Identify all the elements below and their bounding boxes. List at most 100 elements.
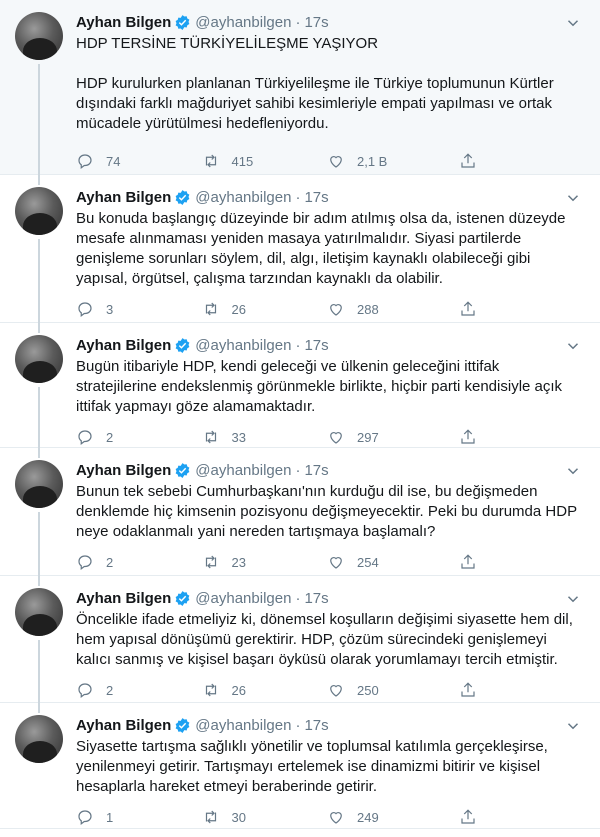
separator-dot: · — [295, 336, 301, 354]
reply-icon — [78, 683, 92, 698]
tweet-text: Öncelikle ifade etmeliyiz ki, dönemsel k… — [76, 611, 573, 668]
reply-count: 3 — [106, 301, 114, 317]
avatar[interactable] — [15, 715, 63, 763]
retweet-button[interactable]: 26 — [202, 681, 328, 699]
thread-line — [38, 640, 40, 703]
like-button[interactable]: 250 — [327, 681, 453, 699]
separator-dot: · — [295, 589, 301, 607]
tweet-time[interactable]: 17s — [304, 337, 328, 354]
tweet-time[interactable]: 17s — [304, 590, 328, 607]
heart-icon — [330, 812, 342, 824]
like-button[interactable]: 2,1 B — [327, 152, 453, 170]
reply-icon — [78, 430, 92, 445]
author-name[interactable]: Ayhan Bilgen — [76, 189, 171, 206]
tweet-time[interactable]: 17s — [304, 462, 328, 479]
retweet-icon — [205, 154, 216, 168]
like-count: 249 — [357, 809, 379, 825]
thread-line — [38, 64, 40, 175]
like-button[interactable]: 249 — [327, 808, 453, 826]
retweet-button[interactable]: 415 — [202, 152, 328, 170]
like-button[interactable]: 288 — [327, 300, 453, 318]
heart-icon — [330, 432, 342, 444]
author-handle[interactable]: @ayhanbilgen — [195, 717, 291, 734]
share-button[interactable] — [459, 681, 585, 699]
author-name[interactable]: Ayhan Bilgen — [76, 337, 171, 354]
author-handle[interactable]: @ayhanbilgen — [195, 14, 291, 31]
reply-count: 74 — [106, 153, 121, 169]
reply-button[interactable]: 2 — [76, 681, 202, 699]
avatar[interactable] — [15, 335, 63, 383]
author-handle[interactable]: @ayhanbilgen — [195, 189, 291, 206]
share-button[interactable] — [459, 428, 585, 446]
reply-icon — [78, 810, 92, 825]
author-handle[interactable]: @ayhanbilgen — [195, 337, 291, 354]
retweet-button[interactable]: 26 — [202, 300, 328, 318]
reply-icon — [78, 302, 92, 317]
tweet[interactable]: Ayhan Bilgen @ayhanbilgen · 17s Siyasett… — [0, 703, 600, 829]
reply-button[interactable]: 2 — [76, 553, 202, 571]
retweet-icon — [205, 810, 216, 824]
thread-line — [38, 576, 40, 586]
like-count: 250 — [357, 682, 379, 698]
separator-dot: · — [295, 188, 301, 206]
like-count: 2,1 B — [357, 153, 388, 169]
share-button[interactable] — [459, 808, 585, 826]
retweet-count: 415 — [231, 153, 254, 169]
tweet[interactable]: Ayhan Bilgen @ayhanbilgen · 17s Öncelikl… — [0, 576, 600, 703]
tweet-time[interactable]: 17s — [304, 189, 328, 206]
chevron-down-icon[interactable] — [564, 590, 582, 608]
tweet-header: Ayhan Bilgen @ayhanbilgen · 17s — [76, 175, 584, 207]
like-button[interactable]: 254 — [327, 553, 453, 571]
thread-line — [38, 512, 40, 576]
chevron-down-icon[interactable] — [564, 337, 582, 355]
reply-button[interactable]: 74 — [76, 152, 202, 170]
like-button[interactable]: 297 — [327, 428, 453, 446]
tweet-text: Siyasette tartışma sağlıklı yönetilir ve… — [76, 738, 548, 795]
thread-line — [38, 323, 40, 333]
tweet-text: HDP TERSİNE TÜRKİYELİLEŞME YAŞIYOR HDP k… — [76, 35, 554, 132]
author-name[interactable]: Ayhan Bilgen — [76, 717, 171, 734]
author-handle[interactable]: @ayhanbilgen — [195, 462, 291, 479]
chevron-down-icon[interactable] — [564, 462, 582, 480]
reply-button[interactable]: 3 — [76, 300, 202, 318]
verified-badge-icon — [175, 717, 190, 733]
retweet-icon — [205, 302, 216, 316]
reply-icon — [78, 154, 92, 169]
share-button[interactable] — [459, 152, 585, 170]
chevron-down-icon[interactable] — [564, 14, 582, 32]
chevron-down-icon[interactable] — [564, 189, 582, 207]
retweet-button[interactable]: 30 — [202, 808, 328, 826]
author-name[interactable]: Ayhan Bilgen — [76, 14, 171, 31]
verified-badge-icon — [175, 590, 190, 606]
avatar[interactable] — [15, 187, 63, 235]
tweet[interactable]: Ayhan Bilgen @ayhanbilgen · 17s Bunun te… — [0, 448, 600, 576]
separator-dot: · — [295, 461, 301, 479]
tweet[interactable]: Ayhan Bilgen @ayhanbilgen · 17s Bu konud… — [0, 175, 600, 323]
share-icon — [460, 429, 475, 444]
author-name[interactable]: Ayhan Bilgen — [76, 462, 171, 479]
retweet-count: 23 — [231, 554, 246, 570]
verified-badge-icon — [175, 462, 190, 478]
avatar[interactable] — [15, 588, 63, 636]
share-button[interactable] — [459, 553, 585, 571]
retweet-button[interactable]: 23 — [202, 553, 328, 571]
tweet-time[interactable]: 17s — [304, 14, 328, 31]
tweet-time[interactable]: 17s — [304, 717, 328, 734]
author-handle[interactable]: @ayhanbilgen — [195, 590, 291, 607]
retweet-count: 33 — [231, 429, 246, 445]
retweet-icon — [205, 555, 216, 569]
share-button[interactable] — [459, 300, 585, 318]
tweet-text: Bugün itibariyle HDP, kendi geleceği ve … — [76, 358, 563, 415]
avatar[interactable] — [15, 460, 63, 508]
author-name[interactable]: Ayhan Bilgen — [76, 590, 171, 607]
chevron-down-icon[interactable] — [564, 717, 582, 735]
tweet[interactable]: Ayhan Bilgen @ayhanbilgen · 17s Bugün it… — [0, 323, 600, 448]
tweet[interactable]: Ayhan Bilgen @ayhanbilgen · 17s HDP TERS… — [0, 0, 600, 175]
tweet-text: Bu konuda başlangıç düzeyinde bir adım a… — [76, 210, 566, 287]
share-icon — [460, 301, 475, 316]
avatar[interactable] — [15, 12, 63, 60]
tweet-header: Ayhan Bilgen @ayhanbilgen · 17s — [76, 576, 584, 608]
reply-button[interactable]: 2 — [76, 428, 202, 446]
reply-button[interactable]: 1 — [76, 808, 202, 826]
retweet-button[interactable]: 33 — [202, 428, 328, 446]
